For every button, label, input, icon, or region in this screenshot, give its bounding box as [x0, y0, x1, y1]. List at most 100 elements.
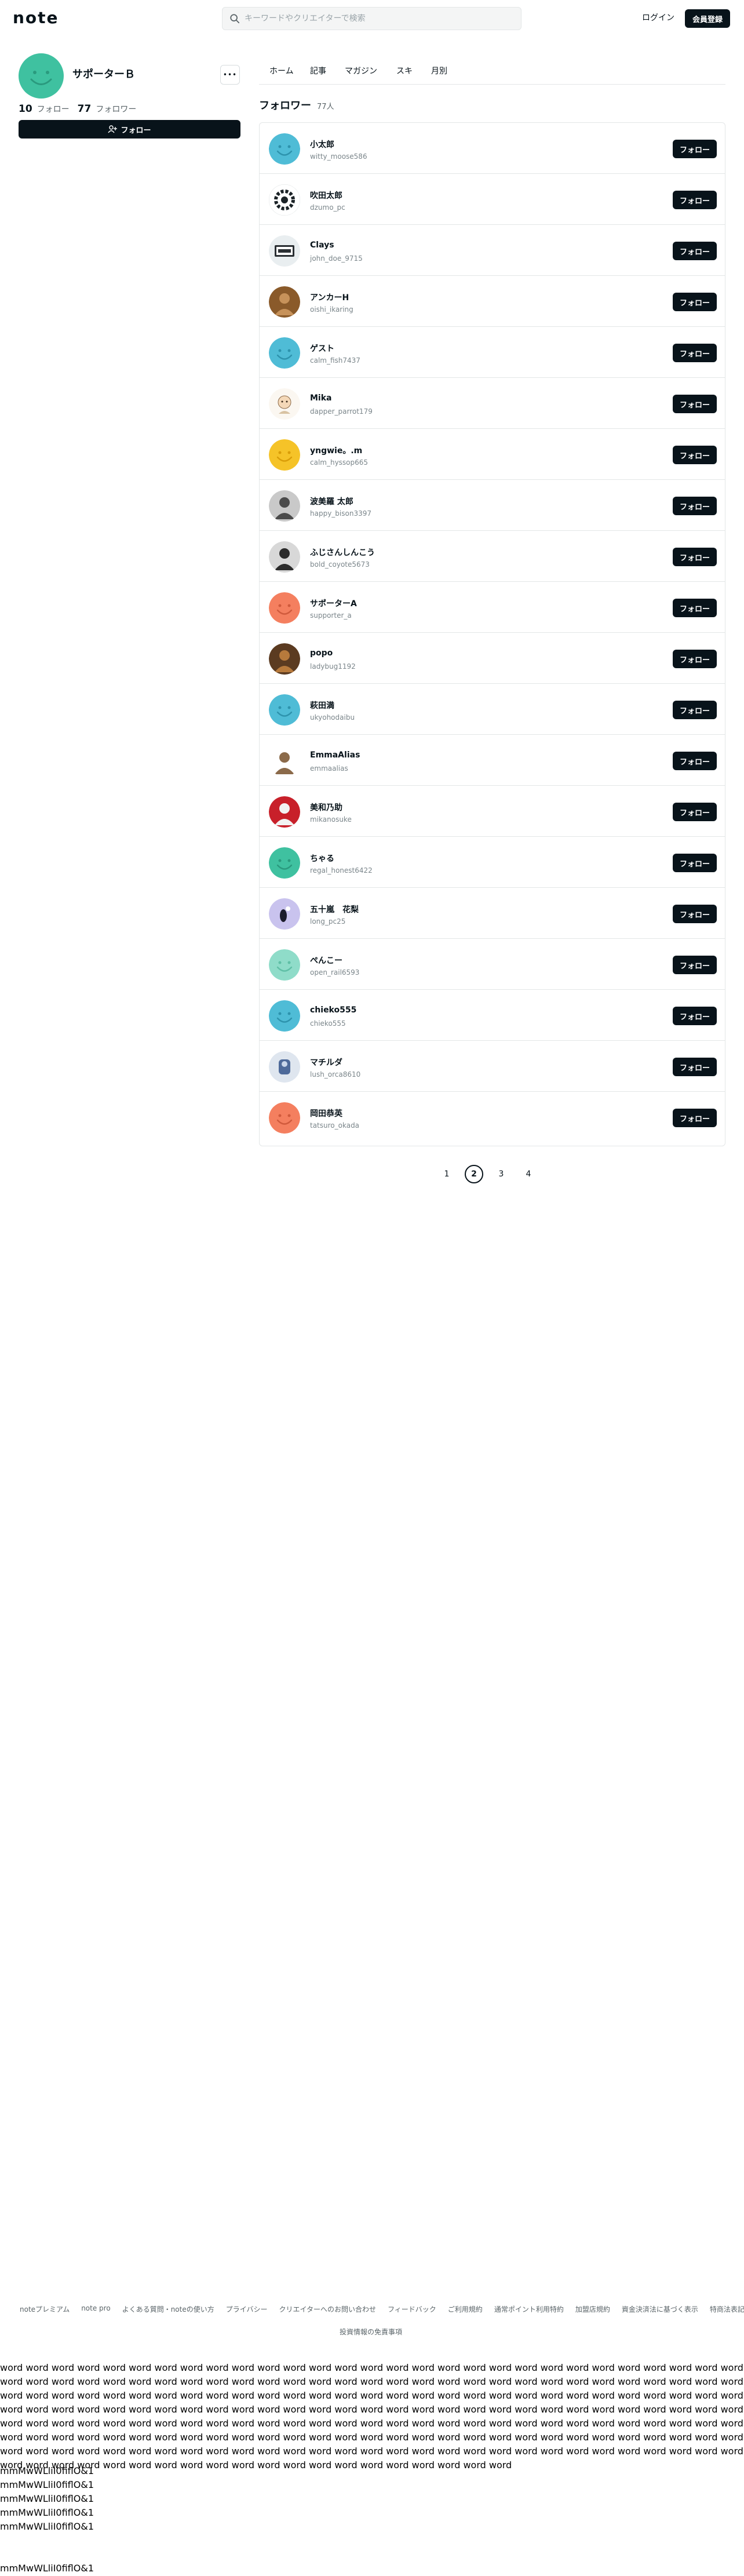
follower-name[interactable]: アンカーH: [310, 292, 349, 303]
signup-button[interactable]: 会員登録: [685, 9, 730, 28]
page-4-button[interactable]: 4: [519, 1165, 538, 1183]
follower-name[interactable]: EmmaAlias: [310, 750, 360, 760]
footer-link[interactable]: クリエイターへのお問い合わせ: [279, 2304, 377, 2314]
follower-follow-button[interactable]: フォロー: [673, 1007, 717, 1025]
footer-link-disclaimer[interactable]: 投資情報の免責事項: [340, 2327, 402, 2337]
follower-follow-button[interactable]: フォロー: [673, 956, 717, 974]
follower-row[interactable]: 小太郎 witty_moose586 フォロー: [260, 123, 725, 174]
footer-link[interactable]: ご利用規約: [448, 2304, 483, 2314]
follower-avatar[interactable]: [269, 439, 300, 471]
profile-follow-button[interactable]: フォロー: [19, 120, 240, 139]
follower-name[interactable]: yngwie。.m: [310, 444, 362, 456]
follower-follow-button[interactable]: フォロー: [673, 803, 717, 821]
follower-avatar[interactable]: [269, 286, 300, 318]
follower-row[interactable]: 波美羅 太郎 happy_bison3397 フォロー: [260, 480, 725, 531]
login-link[interactable]: ログイン: [642, 12, 674, 23]
follower-name[interactable]: サポーターA: [310, 597, 357, 609]
note-logo[interactable]: note: [13, 8, 59, 27]
tab-articles[interactable]: 記事: [310, 60, 326, 85]
follower-name[interactable]: popo: [310, 648, 333, 658]
follower-avatar[interactable]: [269, 541, 300, 573]
follower-avatar[interactable]: [269, 388, 300, 420]
follower-row[interactable]: ぺんこー open_rail6593 フォロー: [260, 939, 725, 990]
follower-follow-button[interactable]: フォロー: [673, 497, 717, 515]
follower-row[interactable]: EmmaAlias emmaalias フォロー: [260, 735, 725, 786]
page-1-button[interactable]: 1: [437, 1165, 456, 1183]
tab-home[interactable]: ホーム: [269, 60, 294, 85]
follower-follow-button[interactable]: フォロー: [673, 344, 717, 362]
follower-name[interactable]: Mika: [310, 393, 332, 403]
follower-row[interactable]: Mika dapper_parrot179 フォロー: [260, 378, 725, 429]
follower-row[interactable]: ちゃる regal_honest6422 フォロー: [260, 837, 725, 888]
follower-name[interactable]: ちゃる: [310, 852, 334, 864]
footer-link[interactable]: 加盟店規約: [575, 2304, 610, 2314]
follower-avatar[interactable]: [269, 1000, 300, 1032]
follower-follow-button[interactable]: フォロー: [673, 242, 717, 260]
follower-row[interactable]: chieko555 chieko555 フォロー: [260, 990, 725, 1041]
follower-name[interactable]: 波美羅 太郎: [310, 495, 353, 507]
follower-name[interactable]: Clays: [310, 241, 334, 250]
follower-avatar[interactable]: [269, 1102, 300, 1134]
follower-name[interactable]: 岡田恭英: [310, 1107, 342, 1119]
footer-link[interactable]: よくある質問・noteの使い方: [122, 2304, 214, 2314]
follower-row[interactable]: サポーターA supporter_a フォロー: [260, 582, 725, 633]
follower-avatar[interactable]: [269, 1051, 300, 1083]
follower-name[interactable]: ぺんこー: [310, 954, 342, 966]
footer-link[interactable]: 資金決済法に基づく表示: [622, 2304, 698, 2314]
follower-follow-button[interactable]: フォロー: [673, 1058, 717, 1076]
follower-avatar[interactable]: [269, 133, 300, 165]
follower-avatar[interactable]: [269, 235, 300, 267]
footer-link[interactable]: noteプレミアム: [20, 2304, 70, 2314]
follower-row[interactable]: 美和乃助 mikanosuke フォロー: [260, 786, 725, 837]
follower-avatar[interactable]: [269, 745, 300, 777]
follower-row[interactable]: Clays john_doe_9715 フォロー: [260, 225, 725, 276]
follower-row[interactable]: アンカーH oishi_ikaring フォロー: [260, 276, 725, 327]
follower-follow-button[interactable]: フォロー: [673, 293, 717, 311]
footer-link[interactable]: note pro: [81, 2304, 110, 2314]
follower-avatar[interactable]: [269, 847, 300, 879]
page-3-button[interactable]: 3: [492, 1165, 510, 1183]
follower-row[interactable]: マチルダ lush_orca8610 フォロー: [260, 1041, 725, 1092]
follower-follow-button[interactable]: フォロー: [673, 446, 717, 464]
follower-row[interactable]: ゲスト calm_fish7437 フォロー: [260, 327, 725, 378]
follower-avatar[interactable]: [269, 898, 300, 930]
follower-row[interactable]: ふじさんしんこう bold_coyote5673 フォロー: [260, 531, 725, 582]
search-box[interactable]: [222, 7, 521, 30]
follower-follow-button[interactable]: フォロー: [673, 905, 717, 923]
follower-row[interactable]: yngwie。.m calm_hyssop665 フォロー: [260, 429, 725, 480]
follower-follow-button[interactable]: フォロー: [673, 854, 717, 872]
tab-magazine[interactable]: マガジン: [345, 60, 377, 85]
follower-follow-button[interactable]: フォロー: [673, 140, 717, 158]
follower-name[interactable]: chieko555: [310, 1005, 356, 1015]
page-2-button[interactable]: 2: [465, 1165, 483, 1183]
follower-name[interactable]: 小太郎: [310, 139, 334, 150]
follower-avatar[interactable]: [269, 490, 300, 522]
follower-name[interactable]: 萩田満: [310, 699, 334, 711]
follower-avatar[interactable]: [269, 949, 300, 981]
follower-follow-button[interactable]: フォロー: [673, 701, 717, 719]
follower-follow-button[interactable]: フォロー: [673, 1109, 717, 1127]
more-options-button[interactable]: •••: [220, 65, 240, 85]
follower-row[interactable]: 吹田太郎 dzumo_pc フォロー: [260, 174, 725, 225]
follower-avatar[interactable]: [269, 694, 300, 726]
follower-name[interactable]: 美和乃助: [310, 801, 342, 813]
follower-name[interactable]: 五十嵐 花梨: [310, 903, 359, 915]
follower-name[interactable]: マチルダ: [310, 1056, 342, 1068]
tab-likes[interactable]: スキ: [396, 60, 413, 85]
follower-row[interactable]: 岡田恭英 tatsuro_okada フォロー: [260, 1092, 725, 1143]
follower-avatar[interactable]: [269, 796, 300, 828]
follower-avatar[interactable]: [269, 184, 300, 216]
follower-name[interactable]: 吹田太郎: [310, 190, 342, 201]
follower-count-label[interactable]: フォロワー: [96, 103, 136, 115]
follower-follow-button[interactable]: フォロー: [673, 395, 717, 413]
follower-row[interactable]: 五十嵐 花梨 long_pc25 フォロー: [260, 888, 725, 939]
follower-follow-button[interactable]: フォロー: [673, 752, 717, 770]
search-input[interactable]: [245, 14, 521, 23]
footer-link[interactable]: プライバシー: [226, 2304, 268, 2314]
follower-follow-button[interactable]: フォロー: [673, 650, 717, 668]
follower-follow-button[interactable]: フォロー: [673, 599, 717, 617]
follower-row[interactable]: 萩田満 ukyohodaibu フォロー: [260, 684, 725, 735]
follow-count[interactable]: 10: [19, 103, 32, 115]
follower-follow-button[interactable]: フォロー: [673, 548, 717, 566]
footer-link[interactable]: 通常ポイント利用特約: [494, 2304, 564, 2314]
